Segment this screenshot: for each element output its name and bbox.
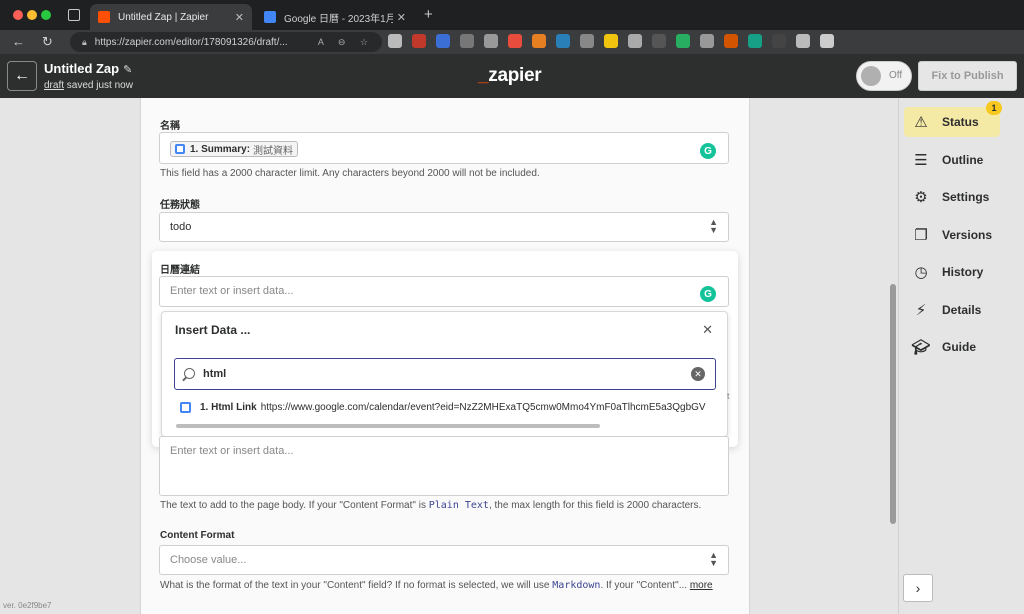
tab-zapier[interactable]: Untitled Zap | Zapier ✕ xyxy=(90,4,252,30)
close-icon[interactable]: ✕ xyxy=(702,322,713,338)
sidebar-item-versions[interactable]: ❐ Versions xyxy=(904,220,1000,250)
close-tab-icon[interactable]: ✕ xyxy=(235,11,244,24)
chevron-right-icon: › xyxy=(915,580,921,596)
fix-to-publish-button[interactable]: Fix to Publish xyxy=(918,61,1017,91)
clock-icon: ◷ xyxy=(914,264,928,281)
extension-icon[interactable] xyxy=(580,34,594,48)
name-help-text: This field has a 2000 character limit. A… xyxy=(160,168,540,179)
version-label: ver. 0e2f9be7 xyxy=(3,601,52,610)
extension-icon[interactable] xyxy=(412,34,426,48)
extension-icon[interactable] xyxy=(460,34,474,48)
warning-icon: ⚠ xyxy=(914,114,928,131)
extension-icon[interactable] xyxy=(652,34,666,48)
zap-title[interactable]: Untitled Zap ✎ xyxy=(44,61,132,76)
insert-data-dropdown: Insert Data ... ✕ html ✕ 1. Html Link ht… xyxy=(161,311,728,437)
sidebar-item-details[interactable]: ⚡ Details xyxy=(904,295,1000,325)
draft-link[interactable]: draft xyxy=(44,80,64,91)
truncated-text: t xyxy=(727,391,730,401)
extension-icon[interactable] xyxy=(604,34,618,48)
more-link[interactable]: more xyxy=(690,580,713,591)
extension-icon[interactable] xyxy=(724,34,738,48)
grammarly-icon[interactable]: G xyxy=(700,286,716,302)
extension-icon[interactable] xyxy=(628,34,642,48)
back-arrow-icon[interactable]: ← xyxy=(12,34,25,49)
back-button[interactable]: ← xyxy=(7,61,37,91)
content-help-text: The text to add to the page body. If you… xyxy=(160,500,702,511)
file-bolt-icon: ⚡ xyxy=(915,302,927,319)
expand-sidebar-button[interactable]: › xyxy=(903,574,933,602)
summary-data-pill[interactable]: 1. Summary: 測試資料 xyxy=(170,141,299,157)
grammarly-icon[interactable]: G xyxy=(700,143,716,159)
clear-search-icon[interactable]: ✕ xyxy=(691,367,705,381)
extension-icon[interactable] xyxy=(556,34,570,48)
sidebar-toggle-icon[interactable] xyxy=(68,9,80,21)
save-status: draft saved just now xyxy=(44,80,133,91)
vertical-scrollbar[interactable] xyxy=(890,284,896,524)
extension-icon[interactable] xyxy=(484,34,498,48)
puzzle-icon[interactable] xyxy=(796,34,810,48)
content-format-select[interactable]: Choose value... ▲ ▼ xyxy=(159,545,729,575)
close-tab-icon[interactable]: ✕ xyxy=(397,11,406,24)
insert-data-search-input[interactable]: html ✕ xyxy=(174,358,716,390)
extensions-toolbar xyxy=(388,34,834,48)
url-action-icons[interactable]: A ⊖ ☆ xyxy=(318,37,374,48)
calendar-link-label: 日曆連結 xyxy=(160,265,200,276)
profile-avatar[interactable] xyxy=(820,34,834,48)
list-icon: ☰ xyxy=(914,152,928,169)
sidebar-item-history[interactable]: ◷ History xyxy=(904,257,1000,287)
extension-icon[interactable] xyxy=(532,34,546,48)
search-result-html-link[interactable]: 1. Html Link https://www.google.com/cale… xyxy=(174,398,716,416)
extension-icon[interactable] xyxy=(700,34,714,48)
reload-icon[interactable]: ↻ xyxy=(42,34,53,50)
sidebar-item-settings[interactable]: ⚙ Settings xyxy=(904,182,1000,212)
extension-icon[interactable] xyxy=(748,34,762,48)
new-tab-icon[interactable]: + xyxy=(424,6,433,23)
insert-data-title: Insert Data ... xyxy=(175,323,251,337)
url-field[interactable]: 🔒︎ https://zapier.com/editor/178091326/d… xyxy=(70,32,382,52)
stack-icon: ❐ xyxy=(914,227,928,244)
calendar-link-input[interactable]: Enter text or insert data... G xyxy=(159,276,729,307)
zapier-logo: _zapier xyxy=(478,65,542,86)
google-calendar-icon xyxy=(180,401,191,413)
close-window-icon[interactable] xyxy=(13,10,23,20)
status-label: 任務狀態 xyxy=(160,200,200,211)
status-badge: 1 xyxy=(986,101,1002,115)
name-input[interactable]: 1. Summary: 測試資料 G xyxy=(159,132,729,164)
zapier-favicon-icon xyxy=(98,11,110,23)
chevron-updown-icon: ▲ ▼ xyxy=(709,217,718,235)
extension-icon[interactable] xyxy=(676,34,690,48)
tab-google-calendar[interactable]: Google 日曆 - 2023年1月 ✕ xyxy=(256,4,414,30)
zap-on-off-toggle[interactable]: Off xyxy=(856,61,912,91)
horizontal-scrollbar[interactable] xyxy=(176,424,600,428)
extension-icon[interactable] xyxy=(388,34,402,48)
extension-icon[interactable] xyxy=(436,34,450,48)
graduation-cap-icon: 🎓︎ xyxy=(911,339,931,356)
content-format-help-text: What is the format of the text in your "… xyxy=(160,580,713,591)
pencil-icon[interactable]: ✎ xyxy=(123,64,132,76)
sidebar-item-outline[interactable]: ☰ Outline xyxy=(904,145,1000,175)
maximize-window-icon[interactable] xyxy=(41,10,51,20)
google-calendar-icon xyxy=(175,144,185,154)
sidebar-item-status[interactable]: ⚠ Status xyxy=(904,107,1000,137)
zap-editor-header: ← Untitled Zap ✎ draft saved just now _za… xyxy=(0,54,1024,98)
search-icon xyxy=(184,368,195,379)
extension-icon[interactable] xyxy=(772,34,786,48)
calendar-favicon-icon xyxy=(264,11,276,23)
minimize-window-icon[interactable] xyxy=(27,10,37,20)
content-format-label: Content Format xyxy=(160,530,235,541)
name-label: 名稱 xyxy=(160,121,180,132)
address-bar-row: ← ↻ 🔒︎ https://zapier.com/editor/1780913… xyxy=(0,30,1024,54)
content-textarea[interactable]: Enter text or insert data... xyxy=(159,436,729,496)
lock-icon: 🔒︎ xyxy=(82,36,87,47)
gear-icon: ⚙ xyxy=(914,189,928,206)
sidebar-item-guide[interactable]: 🎓︎ Guide xyxy=(904,332,1000,362)
browser-tab-bar: Untitled Zap | Zapier ✕ Google 日曆 - 2023… xyxy=(0,0,1024,30)
status-select[interactable]: todo ▲ ▼ xyxy=(159,212,729,242)
arrow-left-icon: ← xyxy=(14,67,30,84)
chevron-updown-icon: ▲ ▼ xyxy=(709,550,718,568)
extension-icon[interactable] xyxy=(508,34,522,48)
